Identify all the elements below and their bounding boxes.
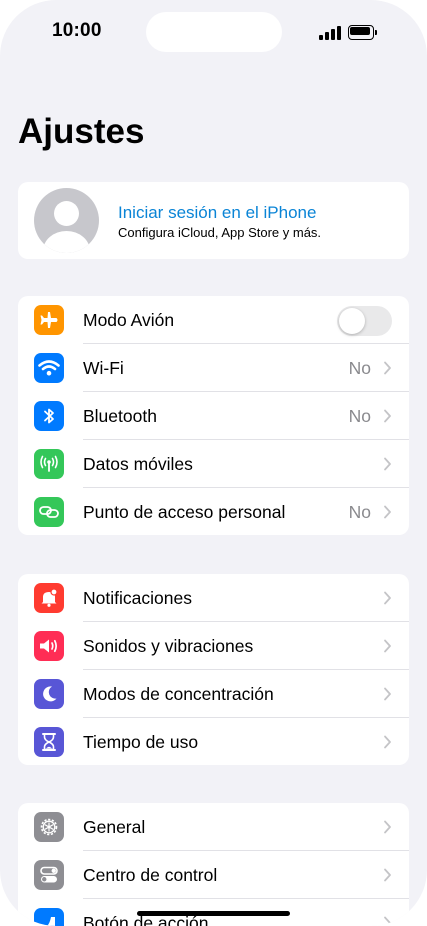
airplane-mode-toggle[interactable] — [337, 306, 392, 336]
notifications-group: Notificaciones Sonidos y vibraciones Mod… — [18, 574, 409, 765]
airplane-icon — [34, 305, 64, 335]
hourglass-icon — [34, 727, 64, 757]
gear-icon — [34, 812, 64, 842]
general-group: General Centro de control Botón de acció… — [18, 803, 409, 926]
settings-row-label: Tiempo de uso — [83, 732, 199, 752]
chevron-right-icon — [384, 687, 391, 701]
bluetooth-status-value: No — [348, 406, 371, 426]
sign-in-subtitle: Configura iCloud, App Store y más. — [118, 225, 322, 240]
connectivity-group: Modo Avión Wi-Fi No Bluetooth No Datos m… — [18, 296, 409, 535]
notification-bell-icon — [34, 583, 64, 613]
settings-row-label: Notificaciones — [83, 588, 192, 608]
chevron-right-icon — [384, 591, 391, 605]
settings-row-label: Wi-Fi — [83, 358, 124, 378]
chevron-right-icon — [384, 505, 391, 519]
settings-row-label: Modo Avión — [83, 310, 175, 330]
settings-row-label: Sonidos y vibraciones — [83, 636, 254, 656]
chevron-right-icon — [384, 820, 391, 834]
chevron-right-icon — [384, 868, 391, 882]
switches-icon — [34, 860, 64, 890]
settings-row-wifi[interactable]: Wi-Fi No — [18, 344, 409, 392]
wifi-status-value: No — [348, 358, 371, 378]
settings-row-general[interactable]: General — [18, 803, 409, 851]
chevron-right-icon — [384, 361, 391, 375]
settings-row-mobile-data[interactable]: Datos móviles — [18, 440, 409, 488]
chevron-right-icon — [384, 735, 391, 749]
settings-row-airplane-mode[interactable]: Modo Avión — [18, 296, 409, 344]
chevron-right-icon — [384, 639, 391, 653]
settings-row-label: General — [83, 817, 146, 837]
status-time: 10:00 — [52, 20, 102, 41]
settings-row-control-center[interactable]: Centro de control — [18, 851, 409, 899]
antenna-icon — [34, 449, 64, 479]
chevron-right-icon — [384, 916, 391, 926]
page-title: Ajustes — [18, 112, 145, 151]
account-sign-in-card[interactable]: Iniciar sesión en el iPhone Configura iC… — [18, 182, 409, 259]
settings-screen: 10:00 Ajustes Iniciar sesión en el iPhon… — [0, 0, 427, 926]
settings-row-label: Datos móviles — [83, 454, 193, 474]
sign-in-title: Iniciar sesión en el iPhone — [118, 203, 317, 222]
wifi-icon — [34, 353, 64, 383]
bluetooth-icon — [34, 401, 64, 431]
status-bar: 10:00 — [0, 0, 427, 60]
cellular-signal-icon — [319, 26, 343, 40]
moon-icon — [34, 679, 64, 709]
settings-row-screen-time[interactable]: Tiempo de uso — [18, 718, 409, 765]
chevron-right-icon — [384, 457, 391, 471]
speaker-icon — [34, 631, 64, 661]
settings-row-sounds[interactable]: Sonidos y vibraciones — [18, 622, 409, 670]
home-indicator[interactable] — [137, 911, 290, 916]
settings-row-label: Bluetooth — [83, 406, 157, 426]
settings-row-label: Punto de acceso personal — [83, 502, 286, 522]
avatar — [34, 188, 99, 253]
settings-row-notifications[interactable]: Notificaciones — [18, 574, 409, 622]
settings-row-focus-modes[interactable]: Modos de concentración — [18, 670, 409, 718]
dynamic-island — [146, 12, 282, 52]
settings-row-personal-hotspot[interactable]: Punto de acceso personal No — [18, 488, 409, 535]
hotspot-status-value: No — [348, 502, 371, 522]
settings-row-bluetooth[interactable]: Bluetooth No — [18, 392, 409, 440]
battery-icon — [348, 25, 378, 40]
settings-row-label: Modos de concentración — [83, 684, 274, 704]
chevron-right-icon — [384, 409, 391, 423]
settings-row-label: Centro de control — [83, 865, 218, 885]
hotspot-link-icon — [34, 497, 64, 527]
action-button-icon — [34, 908, 64, 926]
